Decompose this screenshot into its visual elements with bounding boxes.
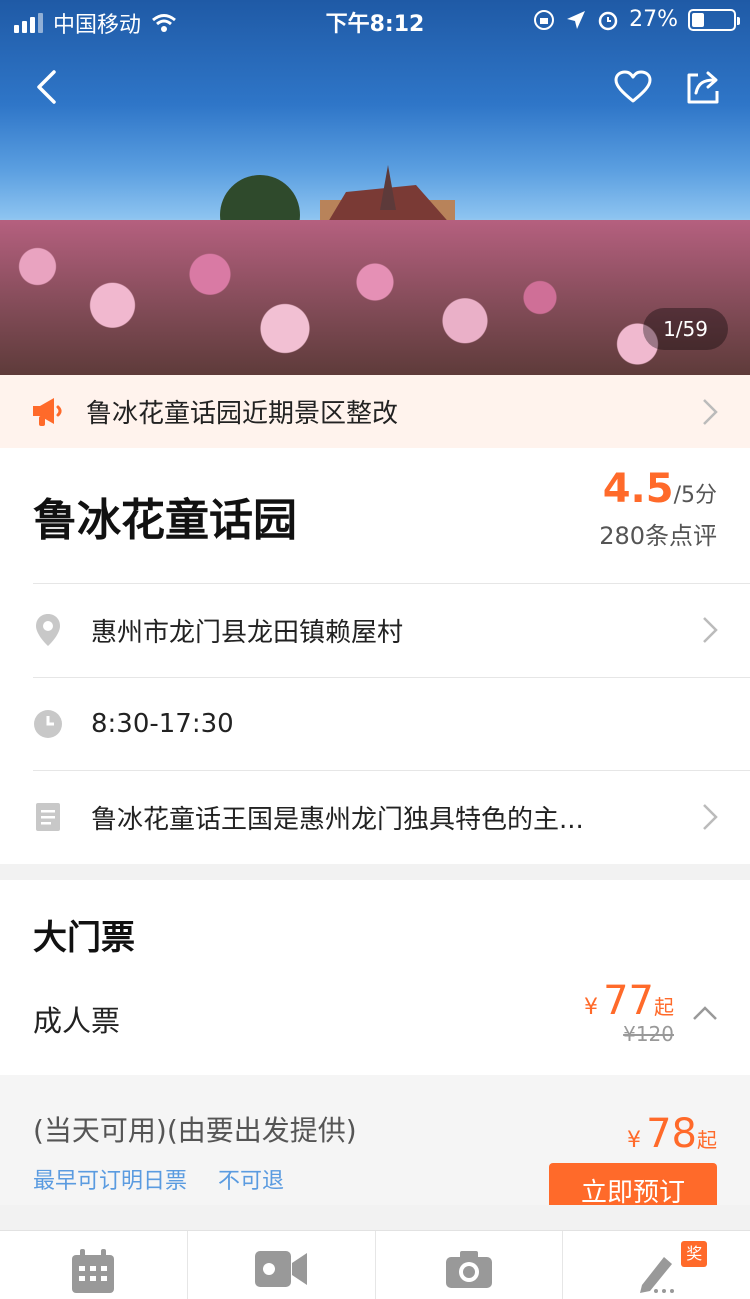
- location-icon: [567, 10, 586, 29]
- pen-icon: [639, 1257, 674, 1293]
- clock-icon: [34, 710, 62, 738]
- book-now-button[interactable]: 立即预订: [549, 1163, 717, 1205]
- adult-ticket-label[interactable]: 成人票: [33, 998, 120, 1040]
- status-bar: 中国移动 下午8:12 27%: [0, 0, 750, 40]
- battery-percent: 27%: [629, 7, 678, 32]
- rating-score: 4.5: [602, 466, 674, 512]
- ticket-section-title: 大门票: [33, 918, 135, 958]
- heart-icon: [614, 70, 652, 103]
- opening-hours: 8:30-17:30: [91, 709, 234, 739]
- ticket-option-desc: (当天可用)(由要出发提供): [33, 1114, 357, 1147]
- photo-flower-field: [0, 220, 750, 375]
- chevron-right-icon: [703, 617, 718, 643]
- back-arrow-icon: [37, 70, 56, 104]
- original-price: ¥120: [623, 1022, 674, 1046]
- hero-photo[interactable]: 中国移动 下午8:12 27% 1/59: [0, 0, 750, 375]
- chevron-right-icon: [703, 804, 718, 830]
- share-icon: [687, 71, 719, 104]
- tab-write-review[interactable]: 奖: [563, 1231, 750, 1299]
- address-row[interactable]: 惠州市龙门县龙田镇赖屋村: [33, 583, 750, 676]
- tab-video[interactable]: [188, 1231, 376, 1299]
- notice-bar[interactable]: 鲁冰花童话园近期景区整改: [0, 375, 750, 448]
- address-text: 惠州市龙门县龙田镇赖屋村: [91, 617, 404, 648]
- rating-unit: /5分: [673, 483, 717, 508]
- ticket-option[interactable]: (当天可用)(由要出发提供) 最早可订明日票 不可退 ¥ 78起 立即预订: [0, 1075, 750, 1205]
- tab-calendar[interactable]: [0, 1231, 188, 1299]
- battery-icon: [688, 8, 740, 31]
- attraction-name: 鲁冰花童话园: [33, 495, 297, 546]
- price-value: 77: [603, 978, 654, 1024]
- ticket-option-price: ¥ 78起: [627, 1111, 717, 1157]
- alarm-icon: [598, 11, 618, 30]
- bottom-toolbar: 奖: [0, 1230, 750, 1299]
- review-count: 280条点评: [599, 522, 717, 550]
- description-row[interactable]: 鲁冰花童话王国是惠州龙门独具特色的主...: [33, 770, 750, 863]
- photo-counter[interactable]: 1/59: [643, 308, 728, 350]
- megaphone-icon: [33, 398, 62, 426]
- currency-symbol: ¥: [627, 1128, 641, 1153]
- favorite-button[interactable]: [608, 62, 658, 112]
- adult-ticket-price: ¥ 77起 ¥120: [584, 978, 674, 1046]
- camera-icon: [445, 1251, 492, 1288]
- notice-text: 鲁冰花童话园近期景区整改: [86, 399, 399, 429]
- back-button[interactable]: [22, 62, 72, 112]
- reward-badge: 奖: [681, 1241, 708, 1267]
- ticket-tag-earliest: 最早可订明日票: [33, 1169, 188, 1194]
- location-pin-icon: [36, 614, 60, 646]
- video-camera-icon: [255, 1251, 308, 1287]
- tab-photo[interactable]: [376, 1231, 564, 1299]
- price-value: 78: [646, 1111, 697, 1157]
- ticket-tag-nonrefundable: 不可退: [218, 1169, 285, 1194]
- chevron-up-icon[interactable]: [692, 1005, 718, 1021]
- currency-symbol: ¥: [584, 995, 598, 1020]
- hours-row: 8:30-17:30: [33, 677, 750, 770]
- rating-block[interactable]: 4.5/5分 280条点评: [599, 466, 717, 551]
- description-text: 鲁冰花童话王国是惠州龙门独具特色的主...: [91, 804, 584, 835]
- orientation-lock-icon: [534, 9, 555, 30]
- document-icon: [36, 803, 60, 831]
- chevron-right-icon: [703, 398, 718, 425]
- ticket-section: 大门票 成人票 ¥ 77起 ¥120: [0, 880, 750, 1075]
- price-from: 起: [697, 1128, 717, 1152]
- calendar-icon: [72, 1249, 115, 1293]
- price-from: 起: [654, 995, 674, 1019]
- share-button[interactable]: [678, 62, 728, 112]
- attraction-info-card: 鲁冰花童话园 4.5/5分 280条点评 惠州市龙门县龙田镇赖屋村 8:30-1…: [0, 448, 750, 864]
